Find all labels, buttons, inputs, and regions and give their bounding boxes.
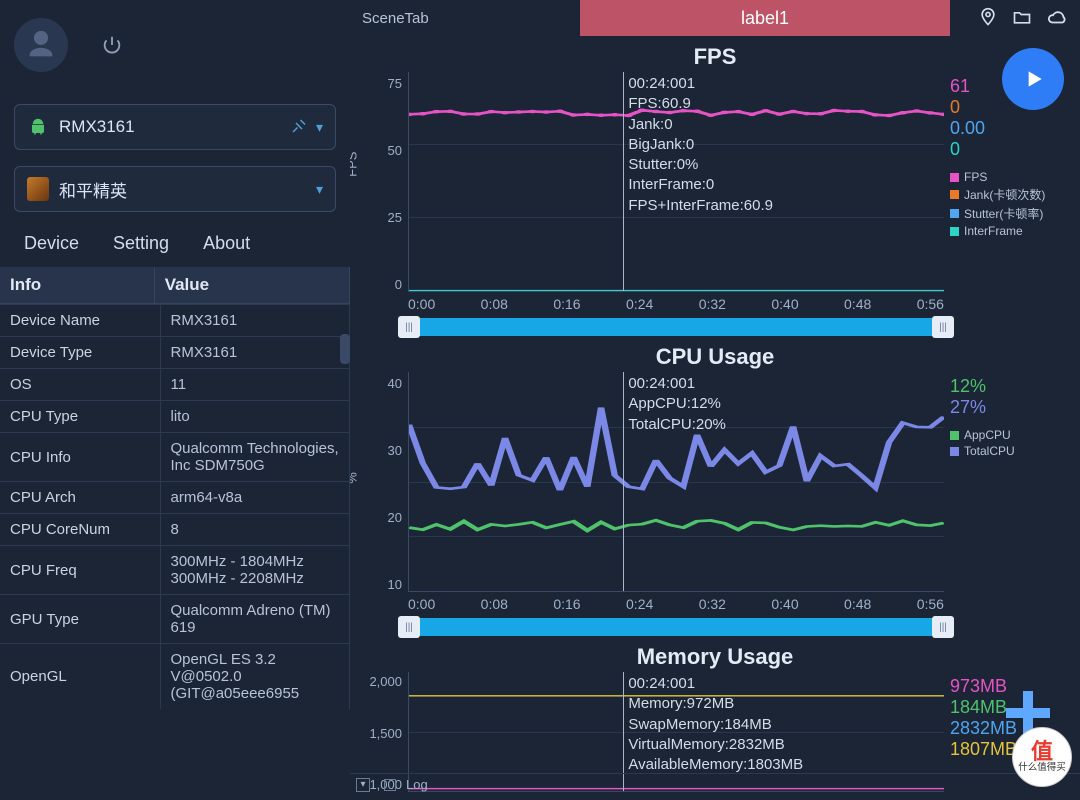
chart-memory: Memory Usage 2,0001,5001,000 00:24:001 M… bbox=[356, 644, 1074, 792]
table-row: OS11 bbox=[0, 369, 350, 401]
chevron-down-icon[interactable]: ▾ bbox=[356, 778, 370, 792]
chart-side-value: 12% bbox=[950, 376, 1074, 397]
tab-scenetab[interactable]: SceneTab bbox=[350, 0, 580, 36]
legend-item: FPS bbox=[950, 170, 1074, 184]
folder-icon[interactable] bbox=[1012, 7, 1032, 30]
chart-side-value: 27% bbox=[950, 397, 1074, 418]
slider-handle-right[interactable]: ||| bbox=[932, 316, 954, 338]
device-selector[interactable]: RMX3161 ▾ bbox=[14, 104, 336, 150]
fps-plot-area[interactable]: 00:24:001 FPS:60.9 Jank:0 BigJank:0 Stut… bbox=[408, 72, 944, 292]
android-icon bbox=[27, 116, 49, 138]
hover-line bbox=[623, 372, 624, 591]
app-selector[interactable]: 和平精英 ▾ bbox=[14, 166, 336, 212]
log-checkbox[interactable] bbox=[384, 779, 396, 791]
table-scrollbar[interactable] bbox=[340, 334, 350, 364]
cpu-time-slider[interactable]: ||| ||| bbox=[408, 618, 944, 636]
chevron-down-icon: ▾ bbox=[316, 181, 323, 198]
fps-time-slider[interactable]: ||| ||| bbox=[408, 318, 944, 336]
slider-handle-left[interactable]: ||| bbox=[398, 316, 420, 338]
tab-about[interactable]: About bbox=[189, 226, 264, 261]
power-icon[interactable] bbox=[98, 31, 126, 59]
app-selector-label: 和平精英 bbox=[59, 177, 316, 202]
cloud-icon[interactable] bbox=[1046, 6, 1068, 31]
chart-cpu: CPU Usage % 40302010 00:24:001 AppCPU:12… bbox=[356, 344, 1074, 636]
mem-readout: 00:24:001 Memory:972MB SwapMemory:184MB … bbox=[628, 674, 803, 775]
avatar[interactable] bbox=[14, 18, 68, 72]
table-row: CPU CoreNum8 bbox=[0, 514, 350, 546]
chart-ylabel: % bbox=[350, 472, 360, 484]
col-header-info: Info bbox=[0, 267, 154, 303]
legend-item: InterFrame bbox=[950, 224, 1074, 238]
slider-handle-left[interactable]: ||| bbox=[398, 616, 420, 638]
chart-title: FPS bbox=[356, 44, 1074, 70]
legend-item: Stutter(卡顿率) bbox=[950, 205, 1074, 222]
table-row: Device TypeRMX3161 bbox=[0, 337, 350, 369]
tab-label1[interactable]: label1 bbox=[580, 0, 950, 36]
device-info-table[interactable]: Device NameRMX3161Device TypeRMX3161OS11… bbox=[0, 303, 350, 778]
hover-line bbox=[623, 72, 624, 291]
table-row: CPU Archarm64-v8a bbox=[0, 482, 350, 514]
col-header-value: Value bbox=[154, 267, 349, 303]
cpu-plot-area[interactable]: 00:24:001 AppCPU:12% TotalCPU:20% bbox=[408, 372, 944, 592]
device-selector-label: RMX3161 bbox=[59, 117, 290, 137]
table-row: Device NameRMX3161 bbox=[0, 305, 350, 337]
legend-item: AppCPU bbox=[950, 428, 1074, 442]
table-row: OpenGLOpenGL ES 3.2 V@0502.0 (GIT@a05eee… bbox=[0, 644, 350, 710]
table-row: CPU InfoQualcomm Technologies, Inc SDM75… bbox=[0, 433, 350, 482]
unlink-icon[interactable] bbox=[290, 117, 308, 138]
slider-handle-right[interactable]: ||| bbox=[932, 616, 954, 638]
watermark: 值 什么值得买 bbox=[1012, 727, 1072, 787]
table-row: CPU Freq300MHz - 1804MHz 300MHz - 2208MH… bbox=[0, 546, 350, 595]
legend-item: TotalCPU bbox=[950, 444, 1074, 458]
chart-side-value: 0 bbox=[950, 139, 1074, 160]
play-button[interactable] bbox=[1002, 48, 1064, 110]
status-bar: ▾ Log bbox=[350, 773, 1080, 795]
chart-title: CPU Usage bbox=[356, 344, 1074, 370]
left-tabs: Device Setting About bbox=[0, 212, 350, 267]
chart-title: Memory Usage bbox=[356, 644, 1074, 670]
table-row: CPU Typelito bbox=[0, 401, 350, 433]
fps-readout: 00:24:001 FPS:60.9 Jank:0 BigJank:0 Stut… bbox=[628, 74, 773, 216]
tab-setting[interactable]: Setting bbox=[99, 226, 183, 261]
location-icon[interactable] bbox=[978, 7, 998, 30]
cpu-readout: 00:24:001 AppCPU:12% TotalCPU:20% bbox=[628, 374, 726, 435]
legend-item: Jank(卡顿次数) bbox=[950, 186, 1074, 203]
chevron-down-icon: ▾ bbox=[316, 119, 323, 136]
chart-fps: FPS FPS 7550250 00:24:001 FPS:60.9 Jank:… bbox=[356, 44, 1074, 336]
chart-side-value: 0.00 bbox=[950, 118, 1074, 139]
log-label: Log bbox=[406, 777, 428, 792]
tab-device[interactable]: Device bbox=[10, 226, 93, 261]
app-thumbnail-icon bbox=[27, 177, 49, 201]
table-row: GPU TypeQualcomm Adreno (TM) 619 bbox=[0, 595, 350, 644]
chart-ylabel: FPS bbox=[350, 152, 360, 177]
